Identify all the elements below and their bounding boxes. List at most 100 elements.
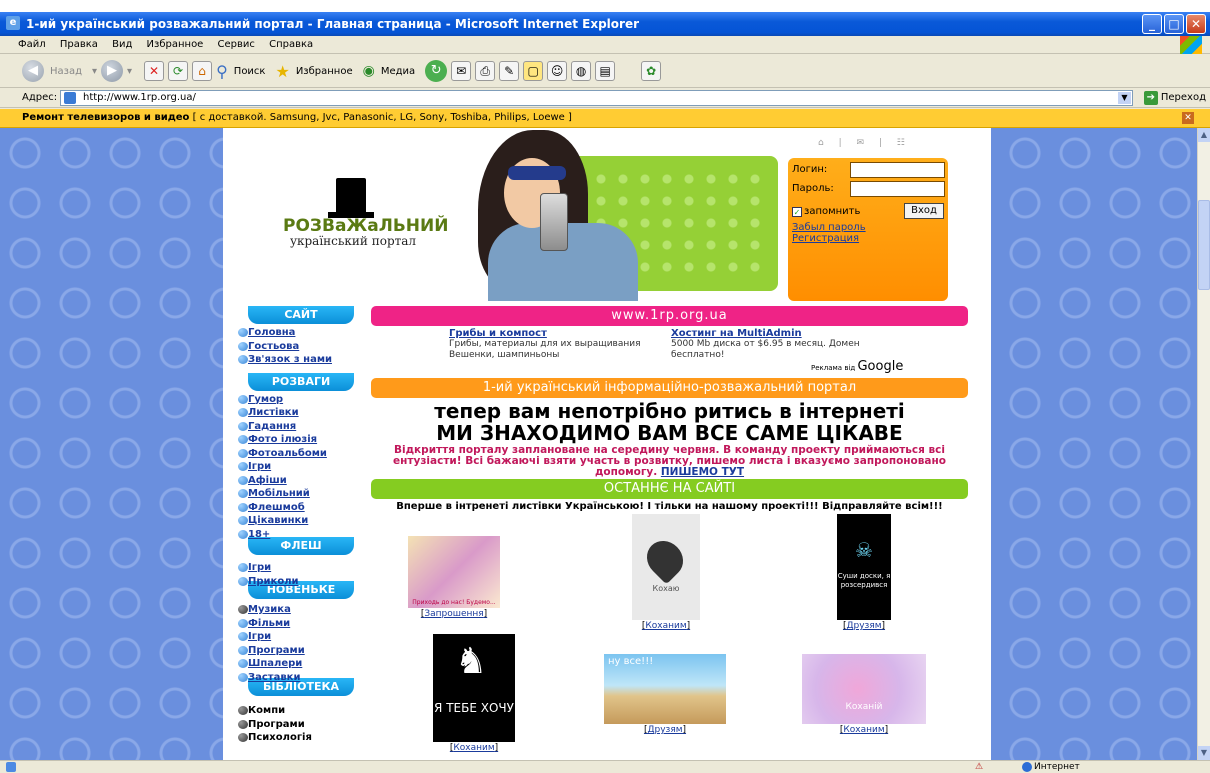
login-input[interactable] — [850, 162, 945, 178]
menu-tools[interactable]: Сервис — [218, 39, 255, 50]
ad-toolbar-text[interactable]: [ с доставкой. Samsung, Jvc, Panasonic, … — [193, 112, 572, 123]
messenger-icon[interactable]: ☺ — [547, 61, 568, 81]
card-4-image[interactable]: ♞ Я ТЕБЕ ХОЧУ — [433, 634, 515, 742]
card-1-caption[interactable]: Запрошення — [399, 609, 509, 619]
card-6[interactable]: Коханій Коханим — [801, 654, 927, 735]
media-icon[interactable]: ◉ — [363, 63, 375, 79]
media-button[interactable]: Медиа — [381, 66, 415, 77]
sidebar-item-mobile[interactable]: Мобільний — [236, 487, 354, 501]
password-input[interactable] — [850, 181, 945, 197]
minimize-button[interactable]: _ — [1142, 14, 1162, 34]
forward-dropdown-icon[interactable]: ▾ — [127, 66, 132, 77]
scroll-up-icon[interactable]: ▲ — [1198, 128, 1210, 142]
bookmark-page-icon[interactable]: ✉ — [856, 138, 870, 148]
address-input[interactable]: http://www.1rp.org.ua/ ▼ — [60, 90, 1133, 106]
card-4-caption[interactable]: Коханим — [429, 743, 519, 753]
forward-icon[interactable]: ▶ — [101, 60, 124, 82]
sidebar-item-wallpapers[interactable]: Шпалери — [236, 657, 354, 671]
sidebar-item-albums[interactable]: Фотоальбоми — [236, 447, 354, 461]
sidebar-item-guestbook[interactable]: Гостьова — [236, 340, 354, 354]
sidebar-item-programs[interactable]: Програми — [236, 644, 354, 658]
login-button[interactable]: Вход — [904, 203, 944, 219]
refresh-icon[interactable]: ⟳ — [168, 61, 189, 81]
ad-link-hosting[interactable]: Хостинг на MultiAdmin — [671, 328, 901, 339]
sidebar-item-jokes[interactable]: Приколи — [236, 575, 354, 589]
back-dropdown-icon[interactable]: ▾ — [92, 66, 97, 77]
card-5[interactable]: ну все!!! Друзям — [603, 654, 727, 735]
forgot-password-link[interactable]: Забыл пароль — [792, 222, 866, 233]
card-2-image[interactable]: Кохаю — [632, 514, 700, 620]
card-2-caption[interactable]: Коханим — [621, 621, 711, 631]
favorites-button[interactable]: Избранное — [296, 66, 353, 77]
card-3[interactable]: ☠ Суши доски, я розсердився Друзям — [819, 514, 909, 631]
sidebar-item-computers[interactable]: Компи — [236, 704, 354, 718]
home-icon[interactable]: ⌂ — [192, 61, 213, 81]
site-logo[interactable]: РОЗВаЖаЛЬНИЙ український портал — [283, 178, 448, 258]
vertical-scrollbar[interactable]: ▲ ▼ — [1197, 128, 1210, 760]
maximize-button[interactable]: □ — [1164, 14, 1184, 34]
menu-file[interactable]: Файл — [18, 39, 46, 50]
card-3-image[interactable]: ☠ Суши доски, я розсердився — [837, 514, 891, 620]
go-button[interactable]: ➔ Переход — [1143, 90, 1206, 106]
stop-icon[interactable]: ✕ — [144, 61, 165, 81]
sidebar-item-music[interactable]: Музика — [236, 603, 354, 617]
sidebar-item-posters[interactable]: Афіши — [236, 474, 354, 488]
sidebar-item-photo-illusion[interactable]: Фото ілюзія — [236, 433, 354, 447]
research-icon[interactable]: ◍ — [571, 61, 592, 81]
card-3-caption[interactable]: Друзям — [819, 621, 909, 631]
search-icon[interactable]: ⚲ — [216, 62, 228, 81]
sidebar-item-curious[interactable]: Цікавинки — [236, 514, 354, 528]
google-attribution[interactable]: Реклама від Google — [811, 359, 903, 374]
ad-toolbar-title[interactable]: Ремонт телевизоров и видео — [22, 112, 189, 123]
sidebar-item-humor[interactable]: Гумор — [236, 393, 354, 407]
extension-icon[interactable]: ✿ — [641, 61, 662, 81]
card-1[interactable]: Приходь до нас! Будемо... Запрошення — [399, 536, 509, 619]
edit-icon[interactable]: ✎ — [499, 61, 520, 81]
scroll-thumb[interactable] — [1198, 200, 1210, 290]
sidebar-item-flashmob[interactable]: Флешмоб — [236, 501, 354, 515]
close-button[interactable]: ✕ — [1186, 14, 1206, 34]
back-label[interactable]: Назад — [50, 66, 82, 77]
remember-checkbox[interactable]: ✓ запомнить — [792, 206, 860, 217]
ad-close-icon[interactable]: ✕ — [1182, 112, 1194, 124]
sidebar-item-home[interactable]: Головна — [236, 326, 354, 340]
home-page-icon[interactable]: ⌂ — [818, 138, 830, 148]
menu-favorites[interactable]: Избранное — [147, 39, 204, 50]
discuss-icon[interactable]: ▢ — [523, 61, 544, 81]
menu-help[interactable]: Справка — [269, 39, 313, 50]
sidebar-item-adult[interactable]: 18+ — [236, 528, 354, 542]
back-icon[interactable]: ◀ — [22, 60, 44, 82]
sidebar-item-films[interactable]: Фільми — [236, 617, 354, 631]
scroll-down-icon[interactable]: ▼ — [1198, 746, 1210, 760]
card-6-caption[interactable]: Коханим — [801, 725, 927, 735]
card-6-image[interactable]: Коханій — [802, 654, 926, 724]
favorites-star-icon[interactable]: ★ — [275, 62, 289, 81]
sidebar-item-cards[interactable]: Листівки — [236, 406, 354, 420]
sidebar-item-psychology[interactable]: Психологія — [236, 731, 354, 745]
card-1-image[interactable]: Приходь до нас! Будемо... — [408, 536, 500, 608]
menu-view[interactable]: Вид — [112, 39, 132, 50]
history-icon[interactable]: ↻ — [425, 60, 448, 82]
sidebar-item-screensavers[interactable]: Заставки — [236, 671, 354, 685]
card-5-image[interactable]: ну все!!! — [604, 654, 726, 724]
write-here-link[interactable]: ПИШЕМО ТУТ — [661, 466, 744, 478]
sidebar-item-contact[interactable]: Зв'язок з нами — [236, 353, 354, 367]
card-5-caption[interactable]: Друзям — [603, 725, 727, 735]
sidebar-item-new-games[interactable]: Ігри — [236, 630, 354, 644]
register-link[interactable]: Регистрация — [792, 233, 859, 244]
privacy-icon[interactable]: ⚠ — [975, 761, 989, 773]
bookmark-icon[interactable]: ▤ — [595, 61, 616, 81]
address-dropdown-icon[interactable]: ▼ — [1118, 92, 1131, 104]
print-icon[interactable]: ⎙ — [475, 61, 496, 81]
search-button[interactable]: Поиск — [234, 66, 266, 77]
sidebar-item-flash-games[interactable]: Ігри — [236, 561, 354, 575]
menu-edit[interactable]: Правка — [60, 39, 98, 50]
sidebar-item-lib-programs[interactable]: Програми — [236, 718, 354, 732]
sidebar-item-games[interactable]: Ігри — [236, 460, 354, 474]
card-2[interactable]: Кохаю Коханим — [621, 514, 711, 631]
mail-icon[interactable]: ✉ — [451, 61, 472, 81]
sitemap-icon[interactable]: ☷ — [897, 138, 911, 148]
ad-link-mushrooms[interactable]: Грибы и компост — [449, 328, 669, 339]
sidebar-item-fortune[interactable]: Гадання — [236, 420, 354, 434]
card-4[interactable]: ♞ Я ТЕБЕ ХОЧУ Коханим — [429, 634, 519, 753]
